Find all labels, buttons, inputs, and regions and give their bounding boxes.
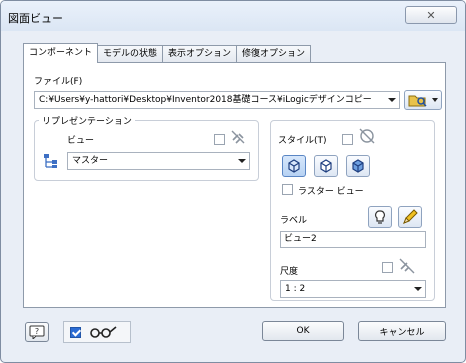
view-representation-combo[interactable]: マスター [67,152,250,170]
chevron-down-icon [238,159,246,163]
preview-toggle-box [63,321,131,343]
cancel-button[interactable]: キャンセル [358,321,446,341]
view-label: ビュー [67,136,95,146]
help-glyph: ? [35,327,39,336]
tab-strip: コンポーネント モデルの状態 表示オプション 修復オプション [23,43,312,63]
title-bar: 図面ビュー ✕ [1,1,465,31]
edit-label-button[interactable] [398,206,422,228]
representation-group [34,120,259,181]
view-label-value: ビュー2 [284,234,317,244]
label-section-label: ラベル [280,216,308,226]
chevron-down-icon [388,98,396,102]
preview-checkbox[interactable] [70,327,81,338]
style-link-icon [359,128,375,144]
close-button[interactable]: ✕ [405,6,457,24]
tab-model-state[interactable]: モデルの状態 [97,45,164,63]
close-icon: ✕ [426,8,436,22]
browse-file-button[interactable] [404,90,442,110]
drawing-view-dialog: 図面ビュー ✕ コンポーネント モデルの状態 表示オプション 修復オプション フ… [0,0,466,363]
view-label-input[interactable]: ビュー2 [280,231,426,248]
label-visibility-button[interactable] [368,206,392,228]
shaded-cube-icon [352,159,364,173]
style-hidden-line-removed-button[interactable] [314,155,338,177]
light-bulb-icon [375,210,385,224]
tab-display-options[interactable]: 表示オプション [162,45,238,63]
pencil-icon [403,209,418,224]
association-link-icon [231,130,245,144]
component-tab-panel: ファイル(F) C:¥Users¥y-hattori¥Desktop¥Inven… [23,62,446,308]
representation-group-title: リプレゼンテーション [39,114,135,127]
scale-link-icon [399,258,415,274]
view-representation-value: マスター [72,156,109,166]
style-hidden-line-button[interactable] [282,155,306,177]
dialog-title: 図面ビュー [8,12,63,25]
help-button[interactable]: ? [25,322,49,342]
raster-view-label: ラスター ビュー [298,187,364,197]
glasses-icon [90,326,117,338]
ok-button-label: OK [296,326,310,336]
file-label: ファイル(F) [34,77,83,87]
chevron-down-icon [414,287,422,291]
help-icon: ? [29,325,45,339]
tab-recovery-options[interactable]: 修復オプション [236,45,312,63]
visible-line-cube-icon [320,159,332,173]
style-association-checkbox[interactable] [342,134,353,145]
cancel-button-label: キャンセル [379,327,425,338]
style-label: スタイル(T) [278,136,327,146]
file-path-value: C:¥Users¥y-hattori¥Desktop¥Inventor2018基… [39,95,372,105]
scale-label: 尺度 [280,267,299,277]
file-path-combo[interactable]: C:¥Users¥y-hattori¥Desktop¥Inventor2018基… [34,91,400,109]
scale-association-checkbox[interactable] [382,262,393,273]
scale-value: 1 : 2 [285,284,306,294]
style-shaded-button[interactable] [346,155,370,177]
scale-combo[interactable]: 1 : 2 [280,280,426,298]
raster-view-checkbox[interactable] [282,184,293,195]
open-folder-icon [408,95,438,107]
ok-button[interactable]: OK [262,321,344,341]
hidden-line-cube-icon [288,159,300,173]
view-association-checkbox[interactable] [214,134,225,145]
view-tree-icon [44,154,57,168]
tab-component[interactable]: コンポーネント [23,43,99,63]
